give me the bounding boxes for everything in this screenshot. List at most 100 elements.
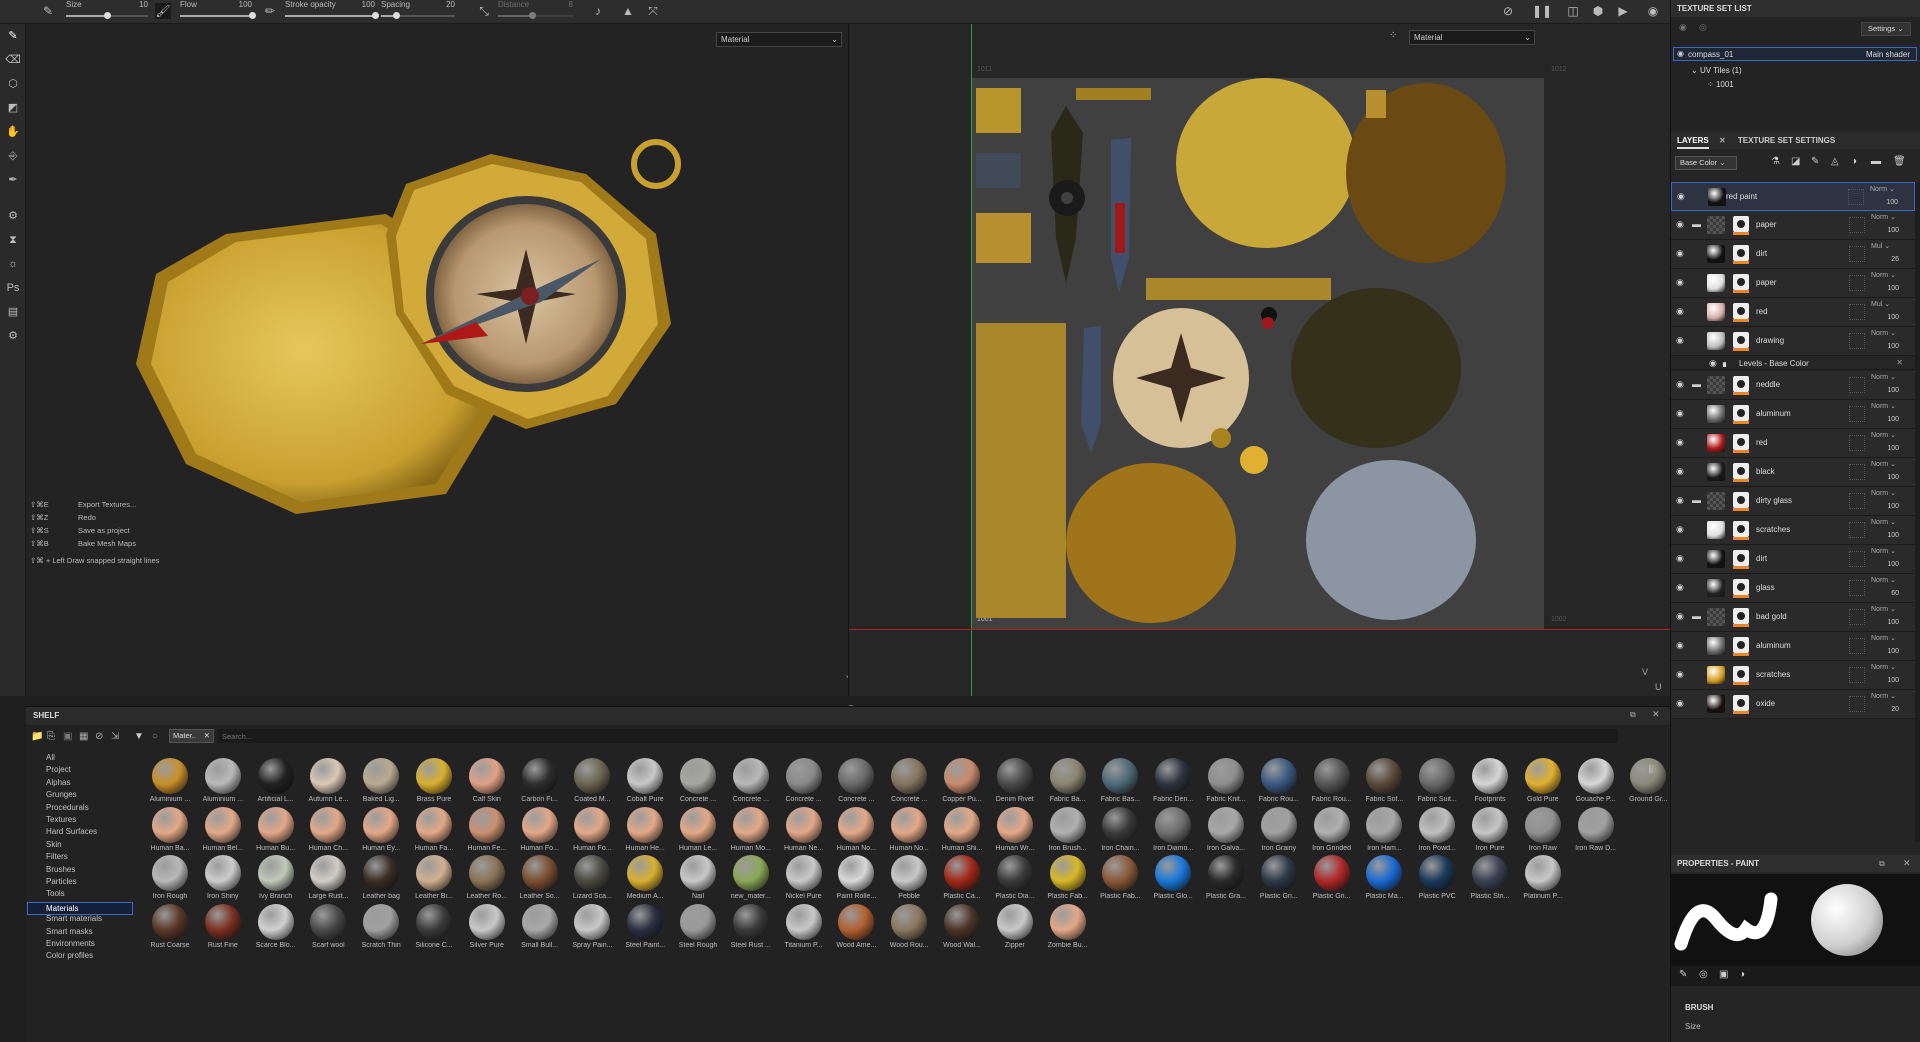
eraser-tool-icon[interactable]: ⌫ — [5, 52, 21, 68]
eye-icon[interactable]: ◉ — [1676, 408, 1684, 419]
blend-mode[interactable]: Norm ⌄ — [1871, 460, 1905, 468]
shelf-category-smart-masks[interactable]: Smart masks — [46, 927, 93, 936]
shelf-category-textures[interactable]: Textures — [46, 815, 76, 824]
blend-mode[interactable]: Norm ⌄ — [1871, 431, 1905, 439]
blend-mode[interactable]: Norm ⌄ — [1871, 634, 1905, 642]
eye-icon[interactable]: ◉ — [1676, 248, 1684, 259]
split-view-icon[interactable]: ◫ — [1565, 3, 1581, 19]
layer-slot[interactable] — [1849, 275, 1865, 291]
eye-icon[interactable]: ◉ — [1677, 191, 1685, 202]
eye-icon[interactable]: ◉ — [1676, 582, 1684, 593]
folder-icon[interactable]: ▬ — [1692, 379, 1701, 389]
pen-pressure-icon[interactable]: ✏ — [262, 3, 278, 19]
mask-thumbnail[interactable] — [1733, 303, 1749, 319]
mask-thumbnail[interactable] — [1733, 405, 1749, 421]
distance-value[interactable]: 8 — [569, 0, 573, 9]
mask-thumbnail[interactable] — [1733, 463, 1749, 479]
material-tile[interactable]: Plastic PVC — [1411, 855, 1463, 913]
brush-icon[interactable]: 🖌 — [155, 3, 171, 19]
layer-row[interactable]: ◉ black Norm ⌄ 100 — [1671, 458, 1915, 487]
layer-row[interactable]: ◉ ▬ neddle Norm ⌄ 100 — [1671, 371, 1915, 400]
delete-layer-icon[interactable]: 🗑 — [1893, 156, 1906, 167]
smudge-tool-icon[interactable]: ✋ — [5, 124, 21, 140]
material-tile[interactable]: Platinum P... — [1517, 855, 1569, 913]
blend-mode[interactable]: Mul ⌄ — [1871, 300, 1905, 308]
layer-slot[interactable] — [1849, 435, 1865, 451]
mask-thumbnail[interactable] — [1733, 579, 1749, 595]
shelf-category-color-profiles[interactable]: Color profiles — [46, 951, 93, 960]
layer-opacity[interactable]: 100 — [1887, 227, 1899, 234]
uv-display-icon[interactable]: ⁘ — [1389, 30, 1397, 41]
eye-icon[interactable]: ◉ — [1676, 611, 1684, 622]
material-tile[interactable]: Silicone C... — [408, 903, 460, 962]
add-mask-icon[interactable]: ◪ — [1791, 156, 1800, 167]
layer-slot[interactable] — [1849, 696, 1865, 712]
viewport-2d[interactable]: 1011 1012 1001 1002 Material ⌄ ⁘ V U — [848, 24, 1671, 696]
layer-slot[interactable] — [1849, 580, 1865, 596]
layer-opacity[interactable]: 100 — [1887, 503, 1899, 510]
flow-slider[interactable]: Flow 100 — [180, 0, 256, 24]
viewport-3d[interactable]: Material ⌄ ⇧⌘E Export Textures... ⇧⌘Z Redo ⇧⌘… — [26, 24, 854, 714]
eye-icon[interactable]: ◉ — [1676, 219, 1684, 230]
lock-axis-icon[interactable]: ⤧ — [645, 3, 661, 19]
save-icon[interactable]: ▣ — [63, 731, 72, 742]
mask-thumbnail[interactable] — [1733, 245, 1749, 261]
mask-thumbnail[interactable] — [1733, 434, 1749, 450]
mask-thumbnail[interactable] — [1733, 521, 1749, 537]
close-icon[interactable]: ✕ — [1652, 709, 1660, 720]
plugins-icon[interactable]: ⚙ — [5, 328, 21, 344]
layer-effect-row[interactable]: ◉ ▖ Levels - Base Color ✕ — [1671, 356, 1915, 370]
circle-toggle-icon[interactable]: ○ — [152, 731, 158, 742]
blend-mode[interactable]: Norm ⌄ — [1871, 605, 1905, 613]
stroke-opacity-slider[interactable]: Stroke opacity 100 — [285, 0, 379, 24]
lazy-mouse-icon[interactable]: ⤡ — [476, 3, 492, 19]
eye-icon[interactable]: ◉ — [1679, 22, 1687, 33]
eye-solo-icon[interactable]: ◎ — [1699, 22, 1707, 33]
material-tile[interactable]: Rust Fine — [197, 903, 249, 962]
material-tile[interactable]: Plastic Gri... — [1306, 855, 1358, 913]
layer-slot[interactable] — [1849, 246, 1865, 262]
material-tile[interactable]: Plastic Gri... — [1253, 855, 1305, 913]
material-tab-icon[interactable]: ◑ — [1739, 969, 1745, 980]
layer-opacity[interactable]: 100 — [1887, 343, 1899, 350]
stroke-curve-icon[interactable]: ♪ — [590, 3, 606, 19]
blend-mode[interactable]: Norm ⌄ — [1871, 213, 1905, 221]
mask-thumbnail[interactable] — [1733, 216, 1749, 232]
mask-thumbnail[interactable] — [1733, 274, 1749, 290]
material-tile[interactable]: Steel Paint... — [619, 903, 671, 962]
blend-mode[interactable]: Mul ⌄ — [1871, 242, 1905, 250]
texture-set-row[interactable]: ◉ compass_01 Main shader — [1673, 47, 1917, 61]
projection-tool-icon[interactable]: ⬡ — [5, 76, 21, 92]
mask-thumbnail[interactable] — [1733, 332, 1749, 348]
blend-mode[interactable]: Norm ⌄ — [1871, 518, 1905, 526]
material-tile[interactable]: Zombie Bu... — [1042, 903, 1094, 962]
channel-select[interactable]: Base Color ⌄ — [1675, 156, 1737, 170]
stencil-tab-icon[interactable]: ▣ — [1719, 969, 1728, 980]
history-icon[interactable]: ⧗ — [5, 232, 21, 248]
bake-icon[interactable]: ⚙ — [5, 208, 21, 224]
brush-settings-icon[interactable]: ✎ — [40, 3, 56, 19]
layer-opacity[interactable]: 100 — [1887, 285, 1899, 292]
layer-opacity[interactable]: 100 — [1887, 474, 1899, 481]
clone-tool-icon[interactable]: ⎆ — [5, 148, 21, 164]
layer-opacity[interactable]: 26 — [1891, 256, 1899, 263]
layer-row[interactable]: ◉ aluminum Norm ⌄ 100 — [1671, 632, 1915, 661]
layer-slot[interactable] — [1849, 493, 1865, 509]
blend-mode[interactable]: Norm ⌄ — [1870, 185, 1904, 193]
material-tile[interactable]: Plastic Fab... — [1094, 855, 1146, 913]
eye-icon[interactable]: ◉ — [1676, 306, 1684, 317]
shelf-category-smart-materials[interactable]: Smart materials — [46, 914, 102, 923]
mask-thumbnail[interactable] — [1733, 376, 1749, 392]
material-tile[interactable]: Steel Rust ... — [725, 903, 777, 962]
add-material-icon[interactable]: ◑ — [1851, 156, 1857, 167]
pause-icon[interactable]: ❚❚ — [1532, 3, 1552, 19]
mask-thumbnail[interactable] — [1733, 695, 1749, 711]
layer-opacity[interactable]: 100 — [1887, 314, 1899, 321]
cube-view-icon[interactable]: ⬢ — [1590, 3, 1606, 19]
stroke-opacity-value[interactable]: 100 — [362, 0, 375, 9]
layer-opacity[interactable]: 60 — [1891, 590, 1899, 597]
shelf-category-all[interactable]: All — [46, 753, 55, 762]
folder-icon[interactable]: ▬ — [1692, 495, 1701, 505]
filter-icon[interactable]: ▼ — [134, 731, 144, 742]
layer-slot[interactable] — [1849, 217, 1865, 233]
